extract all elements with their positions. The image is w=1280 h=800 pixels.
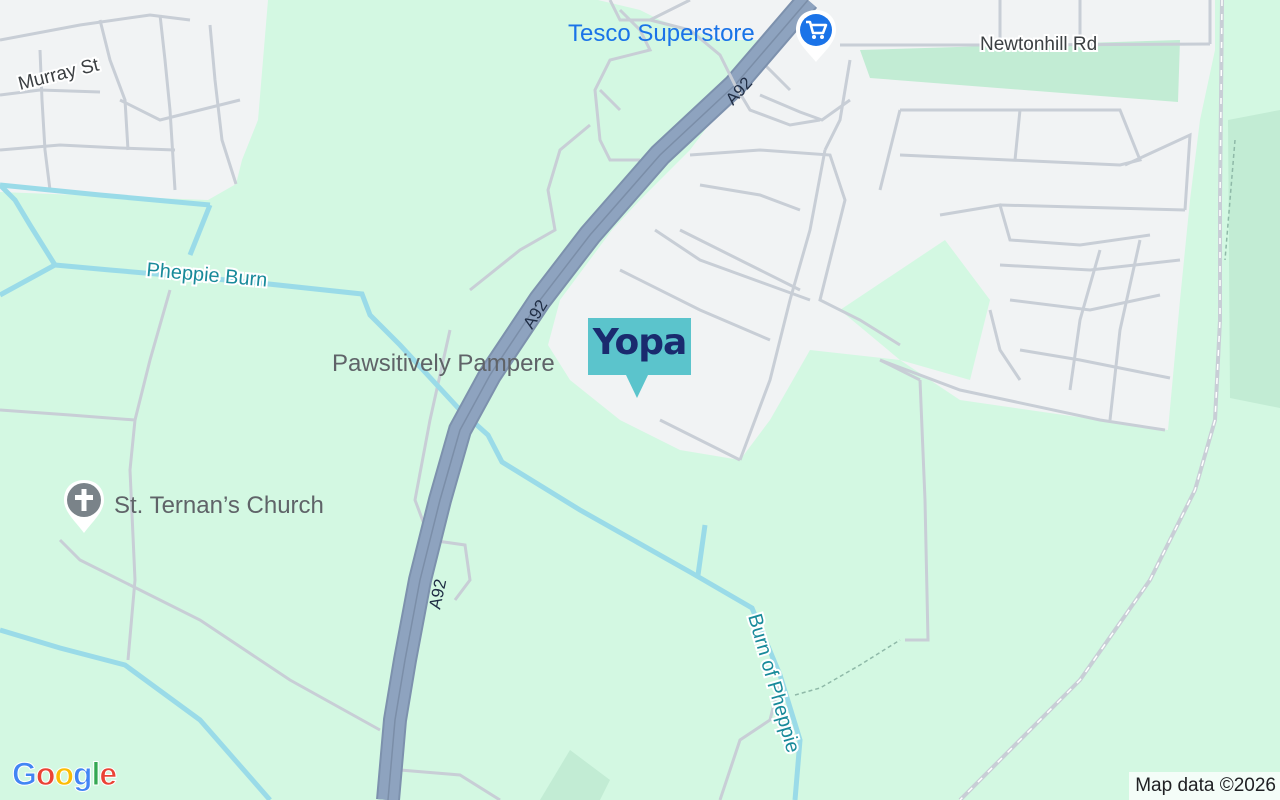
yopa-logo: Yopa	[592, 322, 688, 363]
pawsitively-pampered-label[interactable]: Pawsitively Pampere	[332, 350, 555, 378]
urban-area-northwest	[0, 0, 268, 200]
green-area-south	[540, 750, 610, 800]
map-attribution: Map data ©2026	[1129, 772, 1280, 800]
google-logo: Google	[12, 756, 118, 793]
pheppie-burn-label: Pheppie Burn	[146, 259, 269, 291]
green-area-east	[1228, 110, 1280, 408]
map-canvas[interactable]: Murray St Newtonhill Rd Pheppie Burn Bur…	[0, 0, 1280, 800]
newtonhill-rd-label: Newtonhill Rd	[980, 34, 1097, 55]
burn-of-pheppie-label: Burn of Pheppie	[743, 611, 804, 755]
shopping-cart-icon[interactable]	[792, 8, 840, 64]
yopa-marker-pointer	[626, 375, 648, 398]
st-ternans-church-label[interactable]: St. Ternan’s Church	[114, 492, 324, 520]
footpath-south	[794, 639, 901, 696]
tesco-superstore-label[interactable]: Tesco Superstore	[568, 20, 755, 48]
yopa-property-marker[interactable]: Yopa	[588, 318, 691, 400]
cross-icon[interactable]	[60, 478, 108, 536]
map-base: Murray St Newtonhill Rd Pheppie Burn Bur…	[0, 0, 1280, 800]
